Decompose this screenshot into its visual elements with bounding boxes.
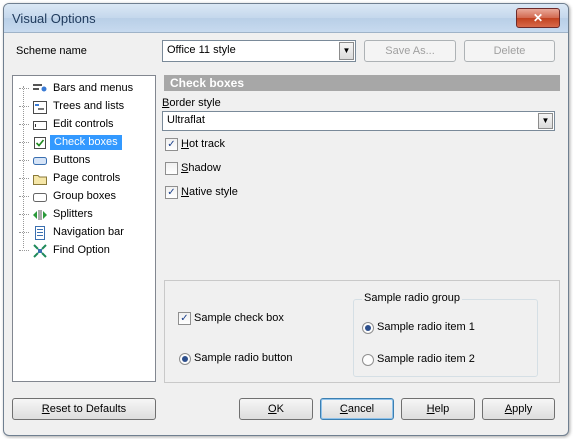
trees-lists-icon [33, 100, 47, 114]
sample-radio-button[interactable] [179, 353, 191, 365]
tree-item-navigation-bar[interactable]: Navigation bar [17, 224, 151, 242]
tree-item-label: Edit controls [53, 118, 114, 130]
reset-to-defaults-button[interactable]: Reset to Defaults [12, 398, 156, 420]
splitter-icon [33, 208, 47, 222]
tree-item-label: Check boxes [50, 135, 122, 150]
tree-item-buttons[interactable]: Buttons [17, 152, 151, 170]
tree-item-label: Bars and menus [53, 82, 134, 94]
sample-radio-group-title: Sample radio group [362, 292, 463, 304]
tree-item-label: Page controls [53, 172, 121, 184]
help-button[interactable]: Help [401, 398, 475, 420]
visual-options-dialog: Visual Options ✕ Scheme name Office 11 s… [3, 3, 569, 436]
native-style-label[interactable]: Native style [181, 186, 238, 198]
close-icon: ✕ [532, 11, 544, 25]
sample-check-box[interactable]: ✓ [178, 312, 191, 325]
chevron-down-icon[interactable]: ▼ [339, 42, 354, 60]
tree-item-label: Navigation bar [53, 226, 124, 238]
edit-controls-icon [33, 118, 47, 132]
folder-tab-icon [33, 172, 47, 186]
apply-button[interactable]: Apply [482, 398, 555, 420]
find-option-icon [33, 244, 47, 258]
scheme-name-dropdown[interactable]: Office 11 style ▼ [162, 40, 356, 62]
group-box-icon [33, 190, 47, 204]
check-box-icon [33, 136, 47, 150]
shadow-checkbox[interactable] [165, 162, 178, 175]
shadow-label[interactable]: Shadow [181, 162, 221, 174]
tree-item-trees-and-lists[interactable]: Trees and lists [17, 98, 151, 116]
close-button[interactable]: ✕ [516, 8, 560, 28]
chevron-down-icon[interactable]: ▼ [538, 113, 553, 129]
border-style-value: Ultraflat [167, 114, 205, 126]
tree-item-label: Group boxes [53, 190, 116, 202]
save-as-button[interactable]: Save As... [364, 40, 456, 62]
tree-item-label: Trees and lists [53, 100, 125, 112]
border-style-dropdown[interactable]: Ultraflat ▼ [162, 111, 555, 131]
sample-radio-item-2[interactable] [362, 354, 374, 366]
cancel-button[interactable]: Cancel [320, 398, 394, 420]
tree-item-group-boxes[interactable]: Group boxes [17, 188, 151, 206]
sample-radio-item-1[interactable] [362, 322, 374, 334]
tree-item-label: Buttons [53, 154, 91, 166]
native-style-checkbox[interactable]: ✓ [165, 186, 178, 199]
tree-item-label: Splitters [53, 208, 93, 220]
section-header: Check boxes [164, 75, 560, 91]
sample-radio-item-1-label[interactable]: Sample radio item 1 [377, 321, 475, 333]
sample-radio-group: Sample radio group Sample radio item 1 S… [353, 292, 538, 377]
hot-track-label[interactable]: Hot track [181, 138, 225, 150]
tree-item-edit-controls[interactable]: Edit controls [17, 116, 151, 134]
navigation-bar-icon [33, 226, 47, 240]
hot-track-checkbox[interactable]: ✓ [165, 138, 178, 151]
bars-menus-icon [33, 82, 47, 96]
tree-item-find-option[interactable]: Find Option [17, 242, 151, 260]
sample-radio-button-label[interactable]: Sample radio button [194, 352, 292, 364]
ok-button[interactable]: OK [239, 398, 313, 420]
scheme-name-label: Scheme name [16, 45, 87, 57]
title-bar[interactable]: Visual Options ✕ [4, 4, 568, 33]
border-style-label: Border style [162, 97, 221, 109]
sample-radio-item-2-label[interactable]: Sample radio item 2 [377, 353, 475, 365]
tree-item-bars-and-menus[interactable]: Bars and menus [17, 80, 151, 98]
tree-item-label: Find Option [53, 244, 110, 256]
window-title: Visual Options [12, 11, 96, 26]
sample-preview-panel: ✓ Sample check box Sample radio button S… [164, 280, 560, 383]
tree-item-page-controls[interactable]: Page controls [17, 170, 151, 188]
scheme-name-value: Office 11 style [167, 44, 236, 56]
category-tree[interactable]: Bars and menus Trees and lists Edit cont… [12, 75, 156, 382]
button-icon [33, 154, 47, 168]
sample-check-box-label[interactable]: Sample check box [194, 312, 284, 324]
tree-item-splitters[interactable]: Splitters [17, 206, 151, 224]
tree-item-check-boxes[interactable]: Check boxes [17, 134, 151, 152]
delete-button[interactable]: Delete [464, 40, 555, 62]
